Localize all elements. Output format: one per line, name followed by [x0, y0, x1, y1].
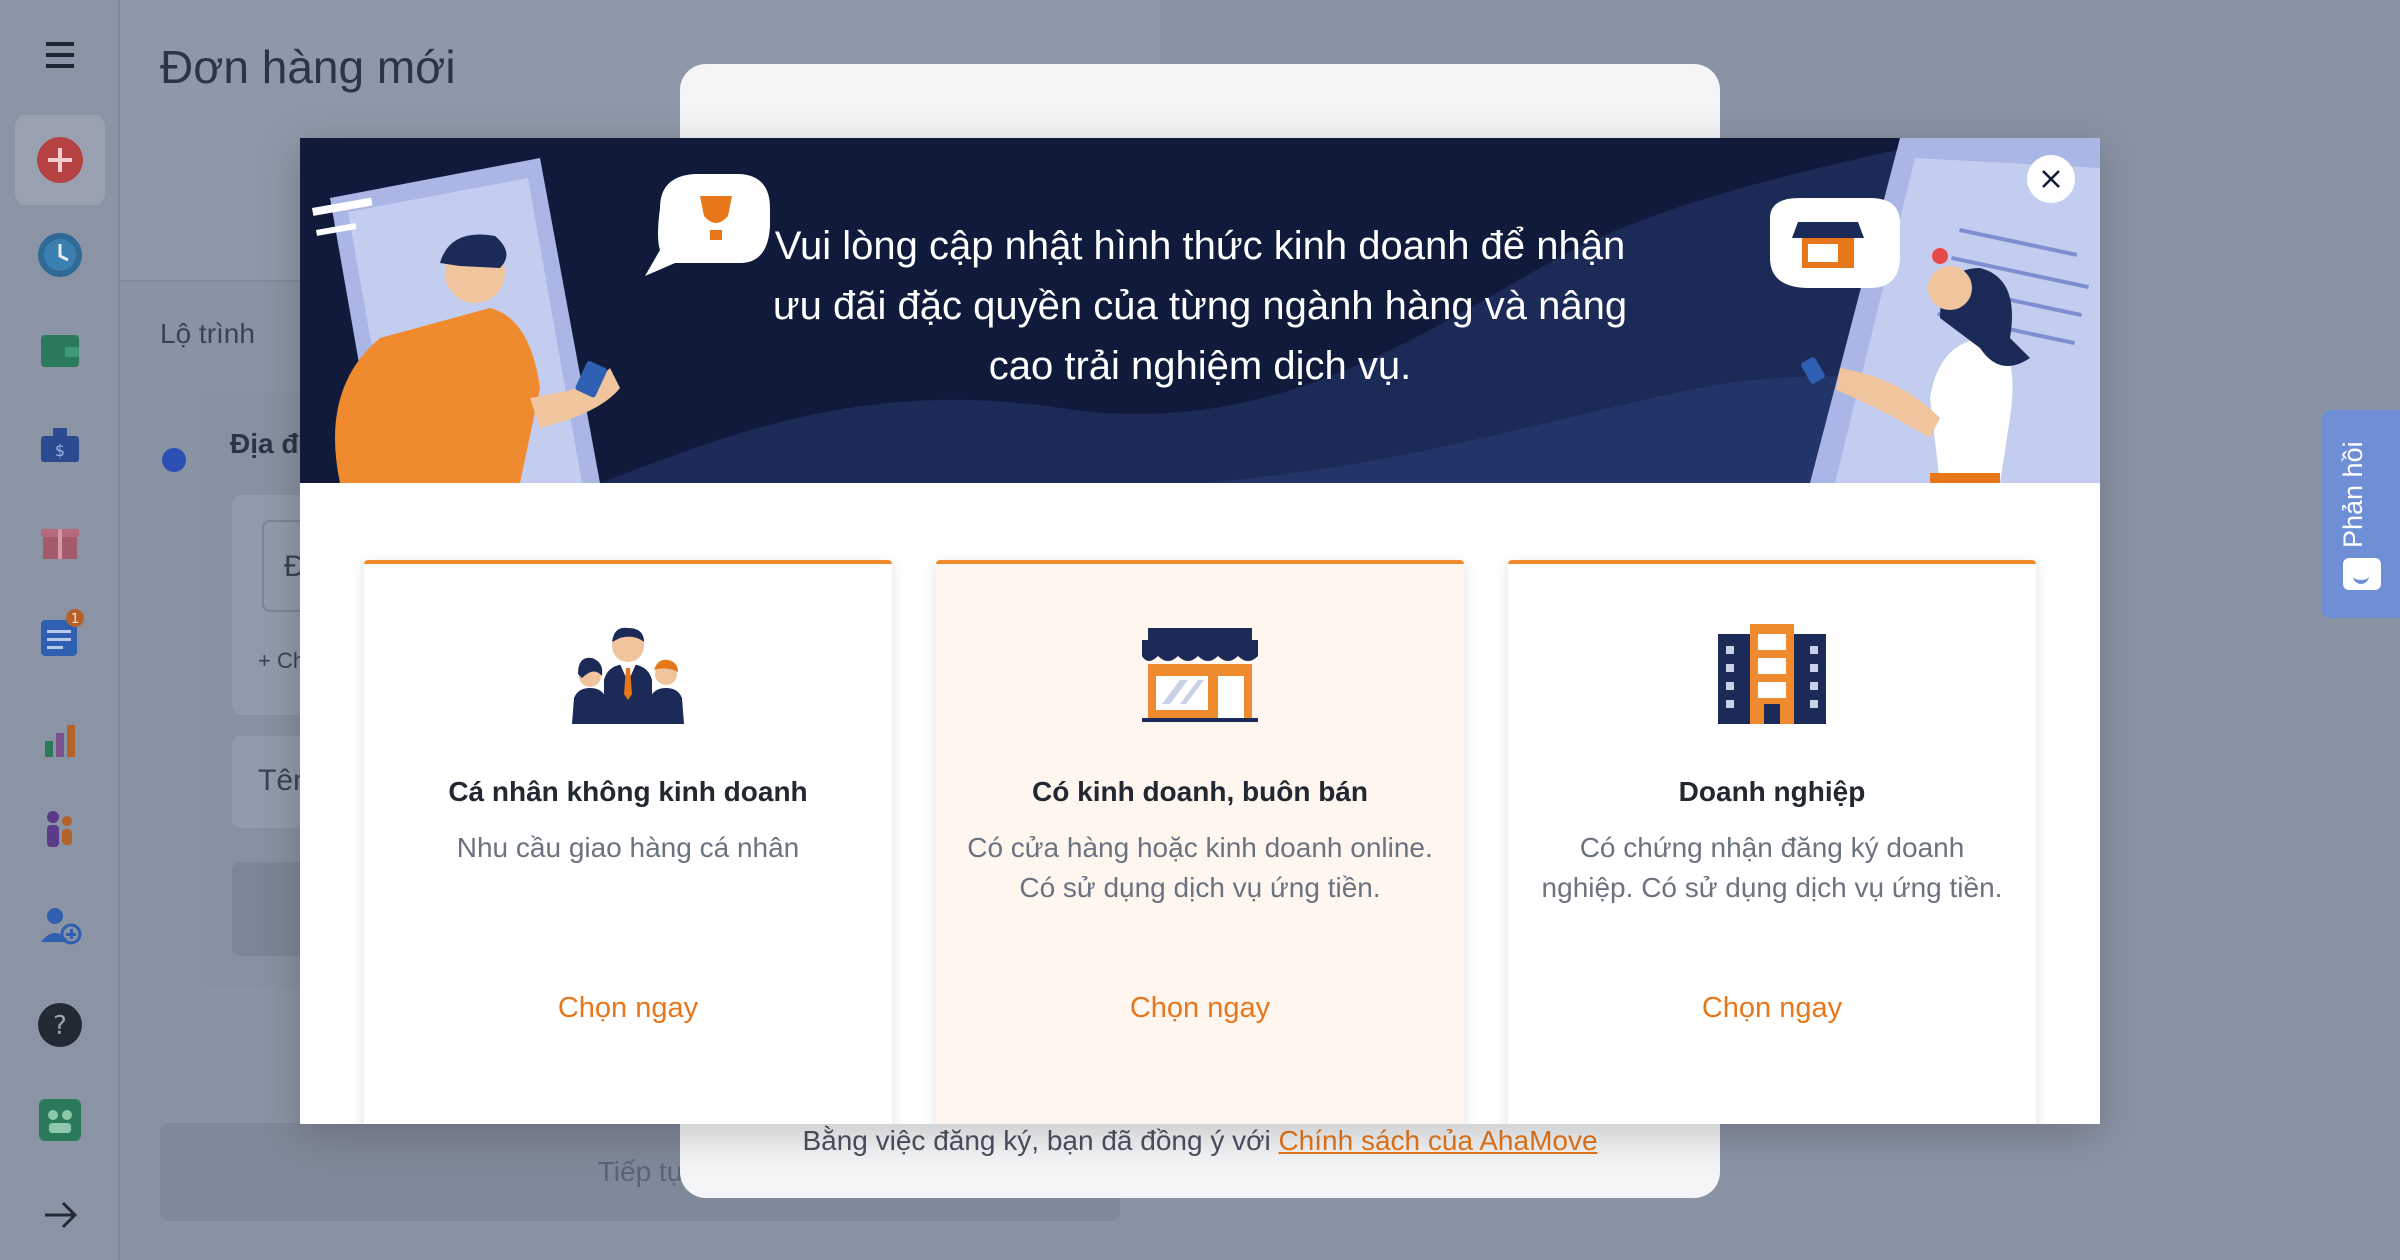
route-label: Lộ trình — [160, 318, 255, 349]
money-bag-icon[interactable]: $ — [15, 400, 105, 490]
close-button[interactable] — [2027, 155, 2075, 203]
choose-now-button[interactable]: Chọn ngay — [936, 992, 1464, 1025]
option-card-individual[interactable]: Cá nhân không kinh doanh Nhu cầu giao hà… — [364, 560, 892, 1124]
badge-count: 1 — [71, 612, 79, 627]
orders-list-icon[interactable]: 1 — [15, 590, 105, 680]
menu-icon[interactable] — [15, 10, 105, 100]
close-icon — [2042, 170, 2060, 188]
option-card-business[interactable]: Có kinh doanh, buôn bán Có cửa hàng hoặc… — [936, 560, 1464, 1124]
option-description: Có chứng nhận đăng ký doanh nghiệp. Có s… — [1541, 832, 2003, 903]
policy-link[interactable]: Chính sách của AhaMove — [1278, 1125, 1597, 1156]
history-clock-icon[interactable] — [15, 210, 105, 300]
team-icon[interactable] — [15, 1075, 105, 1165]
choose-now-button[interactable]: Chọn ngay — [1508, 992, 2036, 1025]
chart-icon[interactable] — [15, 695, 105, 785]
shop-icon — [1142, 628, 1258, 722]
business-type-modal: Vui lòng cập nhật hình thức kinh doanh đ… — [300, 138, 2100, 1124]
left-illustration — [311, 158, 770, 483]
modal-banner: Vui lòng cập nhật hình thức kinh doanh đ… — [300, 138, 2100, 483]
svg-text:?: ? — [53, 1011, 67, 1041]
individuals-icon — [572, 627, 684, 724]
svg-text:$: $ — [55, 441, 65, 460]
wallet-icon[interactable] — [15, 305, 105, 395]
building-icon — [1718, 624, 1826, 724]
banner-message: Vui lòng cập nhật hình thức kinh doanh đ… — [772, 224, 1628, 388]
option-title: Có kinh doanh, buôn bán — [1032, 776, 1368, 807]
option-title: Doanh nghiệp — [1678, 776, 1866, 807]
option-description: Nhu cầu giao hàng cá nhân — [456, 832, 800, 863]
feedback-label: Phản hồi — [2338, 441, 2368, 548]
choose-now-button[interactable]: Chọn ngay — [364, 992, 892, 1025]
option-card-enterprise[interactable]: Doanh nghiệp Có chứng nhận đăng ký doanh… — [1508, 560, 2036, 1124]
consent-prefix: Bằng việc đăng ký, bạn đã đồng ý với — [802, 1125, 1279, 1156]
page-title: Đơn hàng mới — [160, 41, 456, 93]
option-description: Có cửa hàng hoặc kinh doanh online. Có s… — [967, 832, 1433, 903]
sidebar: $ 1 ? — [0, 0, 120, 1260]
feedback-smile-icon — [2343, 558, 2381, 590]
route-dot — [162, 448, 186, 472]
add-order-icon[interactable] — [15, 115, 105, 205]
add-stop-link[interactable]: + Ch — [258, 648, 305, 674]
add-user-icon[interactable] — [15, 880, 105, 970]
address-label: Địa đi — [230, 428, 307, 459]
people-icon[interactable] — [15, 785, 105, 875]
gift-icon[interactable] — [15, 495, 105, 585]
consent-text: Bằng việc đăng ký, bạn đã đồng ý với Chí… — [680, 1125, 1720, 1157]
arrow-right-icon[interactable] — [15, 1170, 105, 1260]
option-title: Cá nhân không kinh doanh — [448, 776, 808, 807]
help-icon[interactable]: ? — [15, 980, 105, 1070]
